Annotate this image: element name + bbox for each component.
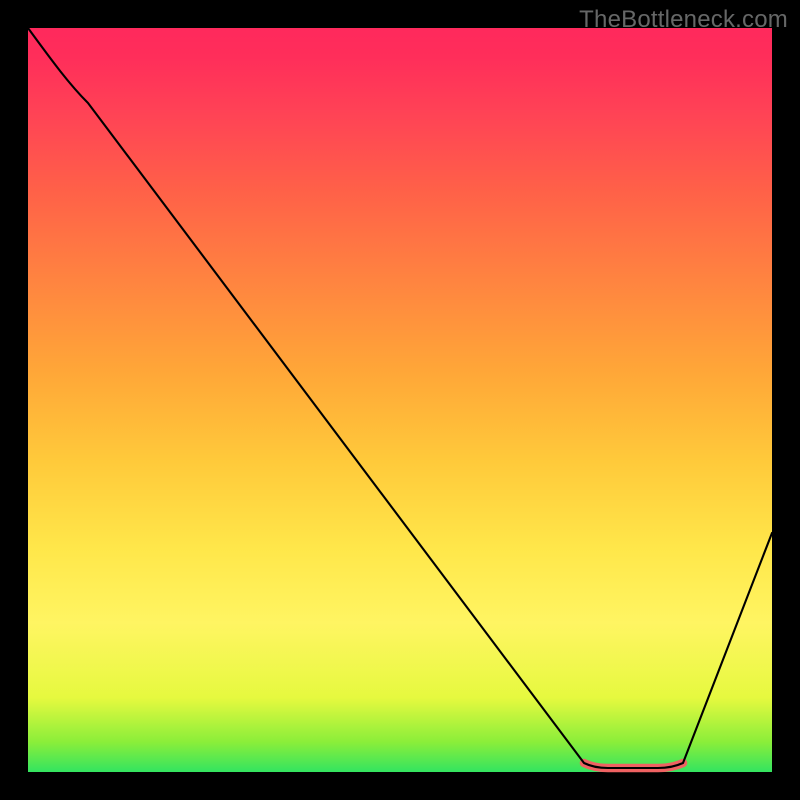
bottleneck-curve	[28, 28, 772, 768]
watermark-text: TheBottleneck.com	[579, 6, 788, 34]
chart-stage: TheBottleneck.com	[0, 0, 800, 800]
plot-area	[28, 28, 772, 772]
curve-layer	[28, 28, 772, 772]
